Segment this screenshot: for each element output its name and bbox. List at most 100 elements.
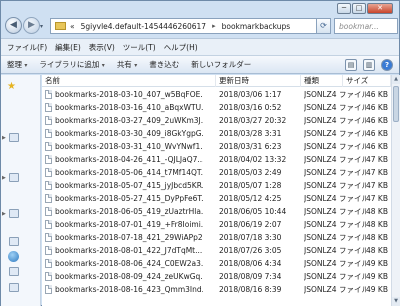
expand-arrow-icon[interactable]: ▶ — [2, 135, 6, 141]
preview-pane-icon[interactable]: ▥ — [363, 59, 375, 71]
table-row[interactable]: bookmarks-2018-03-10_407_w5BqFOE... 2018/… — [42, 88, 391, 101]
file-name-text: bookmarks-2018-06-05_419_zUaztrHla... — [55, 207, 203, 216]
file-name-text: bookmarks-2018-05-27_415_DyPpFe6T... — [55, 194, 203, 203]
homegroup-icon[interactable] — [9, 173, 19, 182]
network-globe-icon[interactable] — [8, 251, 19, 262]
scroll-up-icon[interactable]: ▲ — [392, 75, 400, 84]
change-view-icon[interactable]: ▤ — [345, 59, 357, 71]
table-row[interactable]: bookmarks-2018-08-09_424_zeUKwGq... 2018/… — [42, 270, 391, 283]
table-row[interactable]: bookmarks-2018-03-31_410_WvYNwf1... 2018/… — [42, 140, 391, 153]
file-icon — [45, 233, 52, 242]
table-row[interactable]: bookmarks-2018-05-06_414_t7Mf14QT... 2018… — [42, 166, 391, 179]
share-label: 共有 — [116, 60, 132, 69]
column-size-label: サイズ — [346, 76, 369, 85]
file-name-text: bookmarks-2018-03-31_410_WvYNwf1... — [55, 142, 203, 151]
file-name-text: bookmarks-2018-07-01_419_+Fr8Ioimi... — [55, 220, 203, 229]
file-name-text: bookmarks-2018-08-06_424_C0EW2a3... — [55, 259, 203, 268]
menu-view[interactable]: 表示(V) — [89, 42, 115, 53]
table-row[interactable]: bookmarks-2018-07-18_421_29WiAPp2... 2018… — [42, 231, 391, 244]
table-row[interactable]: bookmarks-2018-04-26_411_-QJLJaQ7... 2018… — [42, 153, 391, 166]
file-name: bookmarks-2018-08-09_424_zeUKwGq... — [45, 270, 203, 283]
file-size: 47 KB — [366, 168, 388, 177]
table-row[interactable]: bookmarks-2018-08-06_424_C0EW2a3... 2018/… — [42, 257, 391, 270]
expand-arrow-icon[interactable]: ▶ — [2, 175, 6, 181]
menu-help[interactable]: ヘルプ(H) — [164, 42, 198, 53]
computer-icon[interactable] — [9, 209, 19, 218]
libraries-icon[interactable] — [9, 133, 19, 142]
column-name[interactable]: 名前 — [42, 75, 216, 87]
column-date[interactable]: 更新日時 — [216, 75, 301, 87]
menu-tools[interactable]: ツール(T) — [123, 42, 156, 53]
forward-button[interactable]: ▶ — [23, 17, 40, 34]
scroll-thumb[interactable] — [393, 86, 399, 122]
table-row[interactable]: bookmarks-2018-08-01_422_J7dTqMt... 2018/… — [42, 244, 391, 257]
file-icon — [45, 259, 52, 268]
new-folder-button[interactable]: 新しいフォルダー — [191, 59, 251, 70]
favorites-star-icon[interactable]: ★ — [7, 81, 16, 92]
refresh-icon[interactable]: ⟳ — [317, 18, 331, 34]
column-type[interactable]: 種類 — [301, 75, 343, 87]
view-controls: ▤ ▥ ? — [339, 59, 393, 71]
expand-arrow-icon[interactable]: ▶ — [2, 211, 6, 217]
file-icon — [45, 129, 52, 138]
navigation-pane: ★ ▶ ▶ ▶ — [1, 75, 41, 306]
add-to-library-button[interactable]: ライブラリに追加 ▾ — [39, 59, 104, 70]
table-row[interactable]: bookmarks-2018-03-27_409_2uWKm3J... 2018/… — [42, 114, 391, 127]
file-name: bookmarks-2018-03-30_409_i8GkYgpG... — [45, 127, 203, 140]
file-icon — [45, 103, 52, 112]
column-date-label: 更新日時 — [219, 76, 249, 85]
table-row[interactable]: bookmarks-2018-07-01_419_+Fr8Ioimi... 201… — [42, 218, 391, 231]
burn-button[interactable]: 書き込む — [149, 59, 179, 70]
file-size: 48 KB — [366, 246, 388, 255]
drive-icon[interactable] — [9, 267, 19, 276]
file-name-text: bookmarks-2018-03-16_410_aBqxWTU... — [55, 103, 203, 112]
minimize-button[interactable]: ─ — [337, 3, 351, 14]
file-icon — [45, 272, 52, 281]
maximize-button[interactable]: □ — [352, 3, 366, 14]
file-size: 48 KB — [366, 220, 388, 229]
table-row[interactable]: bookmarks-2018-03-30_409_i8GkYgpG... 2018… — [42, 127, 391, 140]
file-size: 47 KB — [366, 194, 388, 203]
table-row[interactable]: bookmarks-2018-08-16_423_Qmm3Ind... 2018/… — [42, 283, 391, 296]
breadcrumb-separator-icon[interactable]: ▸ — [212, 22, 216, 30]
scroll-down-icon[interactable]: ▼ — [392, 297, 400, 306]
table-row[interactable]: bookmarks-2018-03-16_410_aBqxWTU... 2018/… — [42, 101, 391, 114]
file-icon — [45, 194, 52, 203]
file-icon — [45, 116, 52, 125]
column-size[interactable]: サイズ — [343, 75, 391, 87]
file-icon — [45, 155, 52, 164]
drive-icon[interactable] — [9, 283, 19, 292]
menu-file[interactable]: ファイル(F) — [7, 42, 47, 53]
file-size: 47 KB — [366, 181, 388, 190]
folder-icon — [55, 22, 66, 30]
file-date: 2018/07/26 3:05 — [219, 246, 282, 255]
recent-pages-dropdown-icon[interactable]: ▾ — [40, 23, 43, 30]
file-name-text: bookmarks-2018-03-10_407_w5BqFOE... — [55, 90, 203, 99]
file-size: 46 KB — [366, 116, 388, 125]
close-button[interactable]: ✕ — [367, 3, 393, 14]
help-icon[interactable]: ? — [381, 59, 393, 71]
menu-edit[interactable]: 編集(E) — [55, 42, 81, 53]
table-row[interactable]: bookmarks-2018-06-05_419_zUaztrHla... 201… — [42, 205, 391, 218]
column-name-label: 名前 — [45, 76, 60, 85]
back-button[interactable]: ◀ — [5, 17, 22, 34]
vertical-scrollbar[interactable]: ▲ ▼ — [391, 75, 400, 306]
file-icon — [45, 246, 52, 255]
chevron-down-icon: ▾ — [101, 62, 105, 69]
drive-icon[interactable] — [9, 237, 19, 246]
file-name: bookmarks-2018-05-07_415_jyJbcd5KR... — [45, 179, 203, 192]
table-row[interactable]: bookmarks-2018-05-07_415_jyJbcd5KR... 201… — [42, 179, 391, 192]
file-name-text: bookmarks-2018-08-01_422_J7dTqMt... — [55, 246, 203, 255]
breadcrumb-current[interactable]: bookmarkbackups — [222, 22, 291, 31]
organize-button[interactable]: 整理 ▾ — [7, 59, 27, 70]
breadcrumb-overflow[interactable]: « — [70, 22, 75, 31]
table-row[interactable]: bookmarks-2018-05-27_415_DyPpFe6T... 2018… — [42, 192, 391, 205]
file-name-text: bookmarks-2018-08-16_423_Qmm3Ind... — [55, 285, 203, 294]
breadcrumb-profile[interactable]: 5giyvle4.default-1454446260617 — [81, 22, 206, 31]
share-button[interactable]: 共有 ▾ — [117, 59, 137, 70]
search-input[interactable]: bookmar... — [334, 18, 398, 34]
file-name: bookmarks-2018-05-06_414_t7Mf14QT... — [45, 166, 203, 179]
command-bar: 整理 ▾ ライブラリに追加 ▾ 共有 ▾ 書き込む 新しいフォルダー ▤ ▥ ? — [1, 55, 399, 74]
file-size: 46 KB — [366, 142, 388, 151]
address-bar[interactable]: « 5giyvle4.default-1454446260617 ▸ bookm… — [50, 18, 317, 34]
